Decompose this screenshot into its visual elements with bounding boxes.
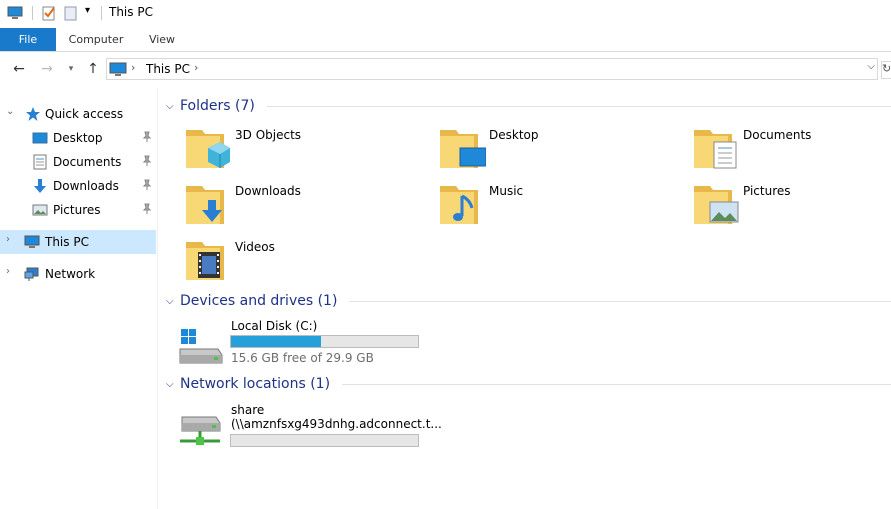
group-divider [266,105,891,107]
sidebar-item-desktop[interactable]: Desktop [0,126,156,150]
folder-label: Desktop [489,128,539,142]
group-title: Devices and drives (1) [180,293,338,309]
star-icon [26,107,40,121]
this-pc-icon [109,62,127,76]
tab-computer[interactable]: Computer [62,28,130,51]
navigation-bar: ← → ▾ ↑ › This PC › ⌵ ↻ [0,53,891,85]
folder-label: Videos [235,240,275,254]
refresh-icon[interactable]: ↻ [881,61,891,79]
folder-label: Downloads [235,184,301,198]
group-title: Network locations (1) [180,376,331,392]
group-header-devices[interactable]: ⌵ Devices and drives (1) [166,293,891,309]
pin-icon [142,203,152,214]
address-bar[interactable]: › This PC › ⌵ [106,58,878,80]
network-location-name: share [231,403,265,417]
group-divider [349,300,891,302]
network-usage-bar [230,434,419,447]
properties-icon[interactable] [41,5,57,21]
back-arrow-icon[interactable]: ← [10,59,28,79]
folder-item[interactable]: Documents [672,124,891,180]
address-dropdown-icon[interactable]: ⌵ [867,61,875,72]
sidebar-item-this-pc[interactable]: › This PC [0,230,156,254]
downloads-folder-icon [186,186,224,224]
content-pane: ⌵ Folders (7) 3D Objects Desktop Documen… [160,88,891,509]
sidebar-item-network[interactable]: › Network [0,262,156,286]
desktop-icon [32,132,48,144]
folder-label: Documents [743,128,812,142]
collapsed-chevron-icon[interactable]: › [6,266,10,277]
expanded-chevron-icon[interactable]: ⌄ [6,106,14,117]
collapsed-chevron-icon[interactable]: › [6,234,10,245]
sidebar-item-label: Pictures [53,203,101,217]
local-disk-icon [179,329,223,364]
title-bar: ▾ This PC [0,0,891,27]
pictures-icon [32,204,48,216]
folder-label: Music [489,184,524,198]
group-collapse-icon[interactable]: ⌵ [166,101,180,112]
folder-item[interactable]: Desktop [418,124,668,180]
navigation-pane: ⌄ Quick access Desktop Documents Downloa… [0,88,158,509]
breadcrumb[interactable]: This PC [146,62,190,76]
sidebar-item-documents[interactable]: Documents [0,150,156,174]
folder-label: Pictures [743,184,791,198]
sidebar-item-downloads[interactable]: Downloads [0,174,156,198]
drive-free-space: 15.6 GB free of 29.9 GB [231,351,374,365]
folder-label: 3D Objects [235,128,302,142]
sidebar-item-label: Documents [53,155,122,169]
window-title: This PC [109,5,153,19]
pin-icon [142,179,152,190]
breadcrumb-chevron-icon[interactable]: › [194,61,198,74]
this-pc-icon [24,235,40,248]
videos-folder-icon [186,242,224,280]
group-collapse-icon[interactable]: ⌵ [166,379,180,390]
drive-usage-bar [230,335,419,348]
folder-item[interactable]: Pictures [672,180,891,236]
folder-item[interactable]: Videos [164,236,414,292]
sidebar-item-label: This PC [45,235,89,249]
group-collapse-icon[interactable]: ⌵ [166,296,180,307]
sidebar-item-quick-access[interactable]: ⌄ Quick access [0,102,156,126]
drive-item[interactable]: Local Disk (C:) 15.6 GB free of 29.9 GB [176,319,456,379]
group-title: Folders (7) [180,98,255,114]
group-divider [342,383,891,385]
folder-item[interactable]: 3D Objects [164,124,414,180]
sidebar-item-pictures[interactable]: Pictures [0,198,156,222]
sidebar-item-label: Desktop [53,131,103,145]
sidebar-item-label: Downloads [53,179,119,193]
music-folder-icon [440,186,478,224]
breadcrumb-chevron-icon[interactable]: › [131,61,135,74]
toolbar-separator [101,6,102,20]
group-header-folders[interactable]: ⌵ Folders (7) [166,98,891,114]
tab-file[interactable]: File [0,28,56,51]
computer-icon[interactable] [7,5,23,21]
3d-objects-folder-icon [186,130,230,168]
network-drive-icon [180,416,221,445]
documents-icon [33,154,47,170]
sidebar-item-label: Network [45,267,96,281]
folder-item[interactable]: Music [418,180,668,236]
desktop-folder-icon [440,130,486,168]
pin-icon [142,131,152,142]
recent-locations-icon[interactable]: ▾ [64,59,78,79]
drive-usage-fill [231,336,321,347]
group-header-network-locations[interactable]: ⌵ Network locations (1) [166,376,891,392]
downloads-icon [34,179,46,193]
network-icon [24,267,39,281]
folder-item[interactable]: Downloads [164,180,414,236]
new-folder-icon[interactable] [63,5,79,21]
tab-view[interactable]: View [138,28,186,51]
forward-arrow-icon[interactable]: → [38,59,56,79]
customize-toolbar-icon[interactable]: ▾ [85,5,90,16]
sidebar-item-label: Quick access [45,107,124,121]
up-arrow-icon[interactable]: ↑ [84,59,102,79]
toolbar-separator [32,6,33,20]
ribbon-tabs: File Computer View [0,28,891,52]
pin-icon [142,155,152,166]
pictures-folder-icon [694,186,739,224]
network-location-item[interactable]: share (\\amznfsxg493dnhg.adconnect.t... [176,403,456,463]
documents-folder-icon [694,130,737,169]
drive-name: Local Disk (C:) [231,319,318,333]
network-location-path: (\\amznfsxg493dnhg.adconnect.t... [231,417,442,431]
